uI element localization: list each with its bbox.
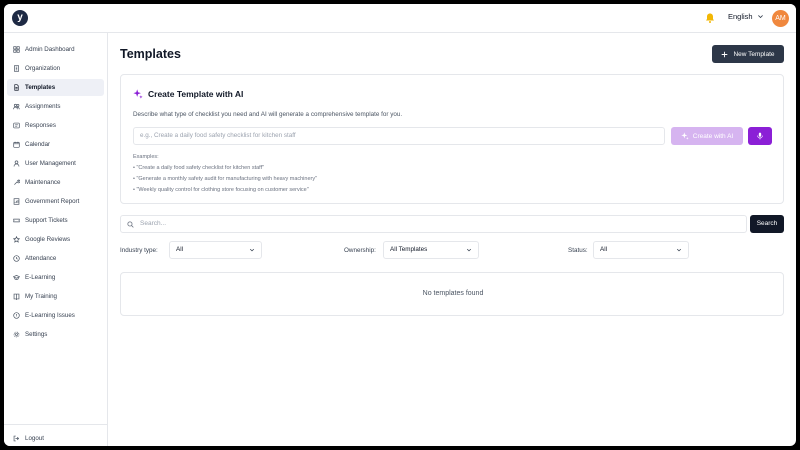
- top-bar: y English AM: [4, 4, 796, 33]
- new-template-label: New Template: [733, 50, 775, 58]
- sidebar-item-label: Google Reviews: [25, 236, 71, 243]
- sidebar-item-label: Responses: [25, 122, 56, 129]
- sidebar-item-label: Support Tickets: [25, 217, 68, 224]
- logout-label: Logout: [25, 435, 44, 442]
- plus-icon: [722, 51, 728, 57]
- sidebar-item-label: Assignments: [25, 103, 61, 110]
- sidebar-item-templates[interactable]: Templates: [7, 79, 104, 96]
- app-window: y English AM Admin Dashboard Organizatio…: [4, 4, 796, 446]
- templates-list: No templates found: [120, 272, 784, 316]
- sparkle-icon: [133, 89, 143, 99]
- star-icon: [13, 236, 20, 243]
- calendar-icon: [13, 141, 20, 148]
- sidebar-item-label: My Training: [25, 293, 57, 300]
- sidebar-item-organization[interactable]: Organization: [7, 60, 104, 77]
- sidebar-divider: [4, 424, 108, 425]
- industry-type-value: All: [176, 246, 183, 253]
- microphone-icon: [757, 132, 763, 140]
- example-item: • "Weekly quality control for clothing s…: [133, 187, 309, 193]
- status-label: Status:: [568, 247, 588, 254]
- sidebar-item-government-report[interactable]: Government Report: [7, 193, 104, 210]
- avatar[interactable]: AM: [772, 10, 789, 27]
- create-with-ai-button[interactable]: Create with AI: [671, 127, 743, 145]
- status-select[interactable]: All: [593, 241, 689, 259]
- sparkle-icon: [681, 132, 689, 140]
- report-icon: [13, 198, 20, 205]
- language-selector[interactable]: English: [728, 12, 764, 21]
- user-icon: [13, 160, 20, 167]
- sidebar-item-label: E-Learning Issues: [25, 312, 75, 319]
- sidebar-item-user-management[interactable]: User Management: [7, 155, 104, 172]
- wrench-icon: [14, 179, 20, 185]
- voice-input-button[interactable]: [748, 127, 772, 145]
- chevron-down-icon: [757, 15, 763, 19]
- sidebar-item-calendar[interactable]: Calendar: [7, 136, 104, 153]
- sidebar-item-label: Admin Dashboard: [25, 46, 75, 53]
- gear-icon: [13, 331, 20, 338]
- example-item: • "Create a daily food safety checklist …: [133, 165, 265, 171]
- search-button[interactable]: Search: [750, 215, 784, 233]
- examples-label: Examples:: [133, 154, 159, 160]
- sidebar-item-google-reviews[interactable]: Google Reviews: [7, 231, 104, 248]
- sidebar-item-attendance[interactable]: Attendance: [7, 250, 104, 267]
- graduation-icon: [13, 275, 20, 280]
- grid-icon: [13, 46, 20, 53]
- ai-card-title-text: Create Template with AI: [148, 89, 244, 99]
- sidebar-item-label: E-Learning: [25, 274, 56, 281]
- sidebar-item-responses[interactable]: Responses: [7, 117, 104, 134]
- alert-icon: [13, 312, 20, 319]
- sidebar-item-label: Organization: [25, 65, 61, 72]
- sidebar-item-admin-dashboard[interactable]: Admin Dashboard: [7, 41, 104, 58]
- empty-state-message: No templates found: [422, 290, 484, 297]
- chevron-down-icon: [249, 248, 255, 252]
- sidebar-item-my-training[interactable]: My Training: [7, 288, 104, 305]
- status-value: All: [600, 246, 607, 253]
- building-icon: [14, 65, 19, 72]
- example-item: • "Generate a monthly safety audit for m…: [133, 176, 318, 182]
- ai-card-description: Describe what type of checklist you need…: [133, 111, 403, 118]
- sidebar-item-assignments[interactable]: Assignments: [7, 98, 104, 115]
- create-with-ai-label: Create with AI: [692, 132, 734, 140]
- sidebar-item-label: Attendance: [25, 255, 57, 262]
- page-title: Templates: [120, 47, 181, 61]
- reply-icon: [13, 122, 20, 129]
- sidebar-item-label: Maintenance: [25, 179, 61, 186]
- document-icon: [14, 84, 19, 91]
- ai-template-card: Create Template with AI Describe what ty…: [120, 74, 784, 204]
- new-template-button[interactable]: New Template: [712, 45, 784, 63]
- search-input[interactable]: Search...: [140, 216, 166, 232]
- sidebar-item-settings[interactable]: Settings: [7, 326, 104, 343]
- ownership-select[interactable]: All Templates: [383, 241, 479, 259]
- logout-button[interactable]: Logout: [7, 430, 104, 446]
- sidebar-item-label: User Management: [25, 160, 76, 167]
- search-icon: [127, 221, 134, 228]
- chevron-down-icon: [676, 248, 682, 252]
- search-box[interactable]: Search...: [120, 215, 747, 233]
- sidebar-item-e-learning-issues[interactable]: E-Learning Issues: [7, 307, 104, 324]
- ownership-label: Ownership:: [344, 247, 376, 254]
- sidebar: Admin Dashboard Organization Templates A…: [4, 33, 108, 446]
- sidebar-item-maintenance[interactable]: Maintenance: [7, 174, 104, 191]
- industry-type-label: Industry type:: [120, 247, 158, 254]
- sidebar-item-label: Templates: [25, 84, 56, 91]
- ticket-icon: [13, 218, 20, 223]
- ai-prompt-input[interactable]: e.g., Create a daily food safety checkli…: [133, 127, 665, 145]
- sidebar-item-label: Calendar: [25, 141, 51, 148]
- bell-icon[interactable]: [704, 12, 716, 24]
- chevron-down-icon: [466, 248, 472, 252]
- ai-card-title: Create Template with AI: [133, 89, 243, 99]
- clock-icon: [13, 255, 20, 262]
- language-label: English: [728, 12, 753, 21]
- sidebar-item-label: Settings: [25, 331, 48, 338]
- ownership-value: All Templates: [390, 246, 428, 253]
- sidebar-item-label: Government Report: [25, 198, 80, 205]
- industry-type-select[interactable]: All: [169, 241, 262, 259]
- users-icon: [13, 103, 20, 110]
- sidebar-item-support-tickets[interactable]: Support Tickets: [7, 212, 104, 229]
- sidebar-item-e-learning[interactable]: E-Learning: [7, 269, 104, 286]
- logout-icon: [13, 435, 20, 442]
- app-logo[interactable]: y: [12, 10, 28, 26]
- book-icon: [13, 293, 20, 300]
